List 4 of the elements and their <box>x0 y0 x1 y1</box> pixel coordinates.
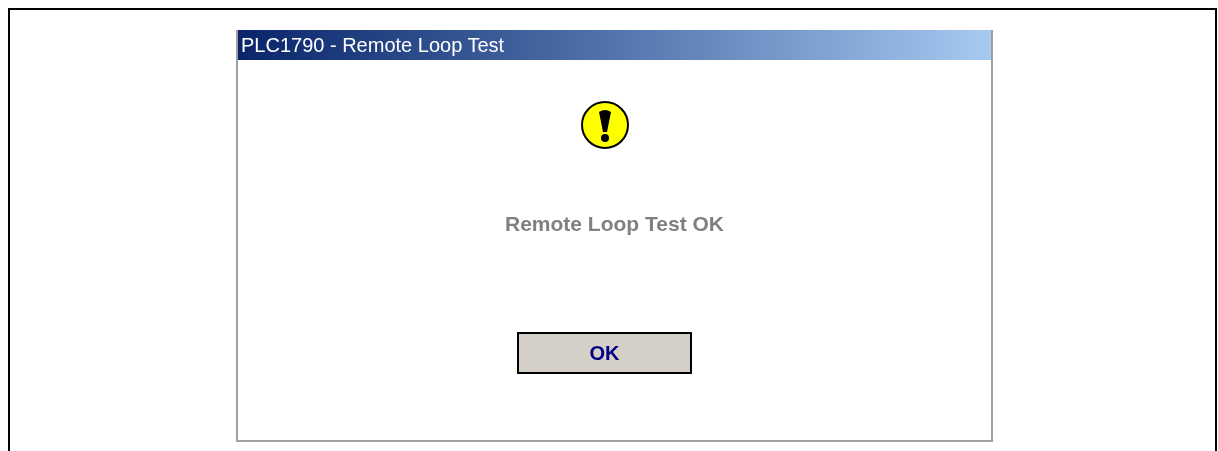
window-title: PLC1790 - Remote Loop Test <box>241 33 505 58</box>
message-text: Remote Loop Test OK <box>505 211 724 237</box>
warning-icon <box>579 100 630 150</box>
ok-button[interactable]: OK <box>517 331 692 374</box>
